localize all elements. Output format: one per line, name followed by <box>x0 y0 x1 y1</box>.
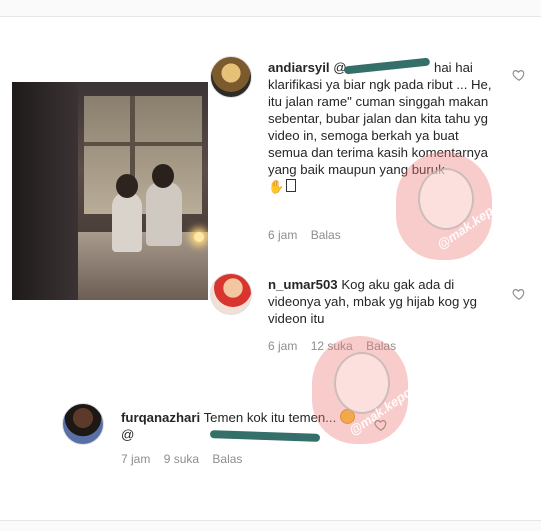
video-window-frame <box>84 142 202 146</box>
video-window <box>84 96 202 214</box>
comment-username[interactable]: furqanazhari <box>121 410 200 425</box>
comment-username[interactable]: n_umar503 <box>268 277 338 292</box>
comment-time: 6 jam <box>268 228 298 242</box>
comment-username[interactable]: andiarsyil <box>268 60 330 75</box>
comment-time: 7 jam <box>121 452 151 466</box>
video-person <box>146 182 182 246</box>
like-count[interactable]: 9 suka <box>164 452 199 466</box>
video-table <box>78 232 208 300</box>
comment-body: n_umar503 Kog aku gak ada di videonya ya… <box>268 276 508 327</box>
video-lamp <box>194 232 204 242</box>
comment-mention[interactable]: @ <box>121 427 134 442</box>
heart-icon[interactable] <box>512 68 526 82</box>
avatar[interactable] <box>210 273 252 315</box>
reply-button[interactable]: Balas <box>311 228 341 242</box>
avatar[interactable] <box>210 56 252 98</box>
watermark-logo: @mak.kepo <box>312 336 414 444</box>
hand-emoji-icon: ✋ <box>268 179 285 194</box>
video-person <box>112 192 142 252</box>
video-shadow <box>12 82 78 300</box>
unknown-glyph-icon <box>286 179 297 192</box>
comment-time: 6 jam <box>268 339 298 353</box>
comment-meta: 7 jam 9 suka Balas <box>121 452 252 466</box>
video-person-head <box>116 174 138 198</box>
video-person-head <box>152 164 174 188</box>
avatar[interactable] <box>62 403 104 445</box>
reply-button[interactable]: Balas <box>212 452 242 466</box>
video-thumbnail[interactable] <box>12 82 208 300</box>
top-frame <box>0 0 541 17</box>
bottom-frame <box>0 520 541 531</box>
heart-icon[interactable] <box>512 287 526 301</box>
watermark-logo: @mak.kepo <box>396 152 502 260</box>
comment-meta: 6 jam Balas <box>268 228 351 242</box>
